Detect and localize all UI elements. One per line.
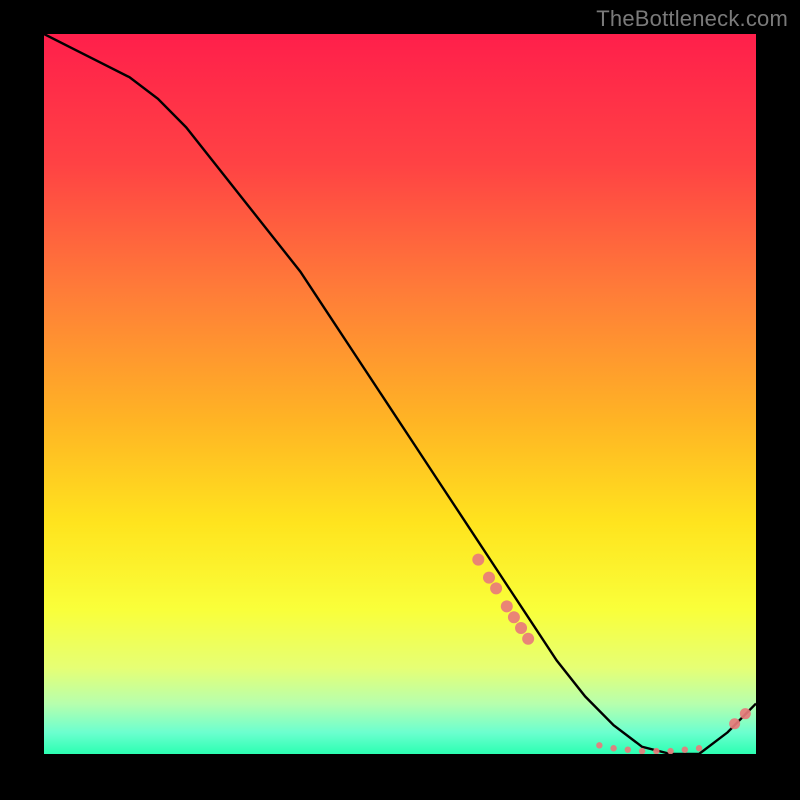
- attribution-text: TheBottleneck.com: [596, 6, 788, 32]
- data-point: [625, 746, 631, 752]
- data-point: [508, 611, 520, 623]
- chart-svg: [44, 34, 756, 754]
- plot-area: [44, 34, 756, 754]
- data-point: [483, 572, 495, 584]
- data-point: [639, 748, 645, 754]
- data-point: [522, 633, 534, 645]
- data-point: [667, 748, 673, 754]
- data-point: [740, 708, 751, 719]
- data-point: [596, 742, 602, 748]
- data-point: [515, 622, 527, 634]
- data-point: [610, 745, 616, 751]
- data-point: [729, 718, 740, 729]
- data-point: [696, 745, 702, 751]
- data-point: [682, 746, 688, 752]
- data-point: [472, 554, 484, 566]
- bottleneck-curve: [44, 34, 756, 754]
- chart-container: TheBottleneck.com: [0, 0, 800, 800]
- data-point: [490, 582, 502, 594]
- data-point: [501, 600, 513, 612]
